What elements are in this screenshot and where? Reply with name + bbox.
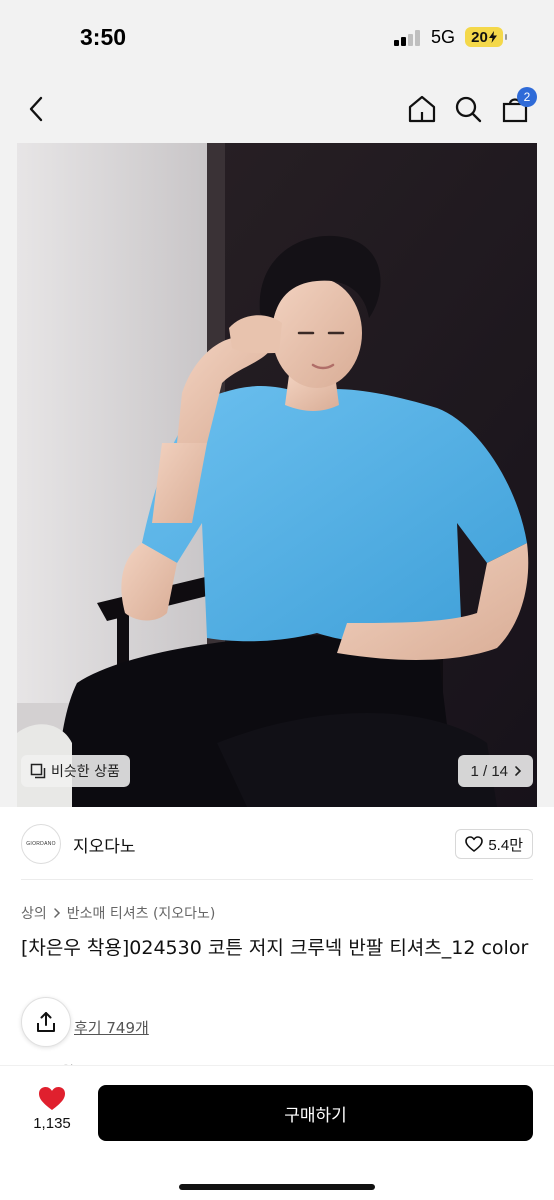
product-image-gallery[interactable]: 비슷한 상품 1 / 14: [17, 143, 537, 807]
home-icon: [408, 95, 436, 123]
brand-row: GIORDANO 지오다노 5.4만: [21, 821, 533, 867]
charging-bolt-icon: [488, 31, 497, 43]
status-bar: 3:50 5G 20: [0, 0, 554, 75]
cart-count-badge: 2: [517, 87, 537, 107]
heart-filled-icon: [39, 1087, 65, 1110]
share-button[interactable]: [21, 997, 71, 1047]
home-button[interactable]: [406, 93, 438, 125]
top-nav-bar: 2: [0, 75, 554, 143]
back-icon: [29, 96, 43, 122]
product-title: [차은우 착용]024530 코튼 저지 크루넥 반팔 티셔츠_12 color: [21, 937, 529, 959]
status-time: 3:50: [80, 24, 127, 50]
breadcrumb-chevron-icon: [54, 908, 60, 918]
cellular-signal-icon: [394, 30, 422, 46]
cart-button[interactable]: 2: [499, 87, 537, 125]
battery-icon: 20: [465, 27, 507, 47]
chevron-right-icon: [515, 766, 522, 776]
buy-button[interactable]: 구매하기: [98, 1085, 533, 1141]
breadcrumb: 상의 반소매 티셔츠 (지오다노): [21, 903, 215, 923]
bottom-action-bar: 1,135 구매하기: [0, 1065, 554, 1200]
brand-name[interactable]: 지오다노: [73, 832, 136, 857]
search-button[interactable]: [452, 93, 484, 125]
search-icon: [455, 96, 482, 123]
review-count-link[interactable]: 후기 749개: [74, 1017, 149, 1038]
wishlist-button[interactable]: 1,135: [28, 1086, 76, 1132]
wishlist-count: 1,135: [33, 1115, 71, 1132]
breadcrumb-subcategory[interactable]: 반소매 티셔츠 (지오다노): [67, 903, 216, 923]
battery-level: 20: [471, 28, 488, 46]
network-type: 5G: [431, 27, 456, 47]
divider: [21, 879, 533, 880]
back-button[interactable]: [21, 93, 53, 125]
home-indicator: [179, 1184, 375, 1190]
image-counter[interactable]: 1 / 14: [458, 755, 533, 787]
product-photo: [17, 143, 537, 807]
similar-products-label: 비슷한 상품: [51, 764, 120, 780]
brand-like-count: 5.4만: [488, 836, 523, 854]
brand-logo[interactable]: GIORDANO: [21, 824, 61, 864]
breadcrumb-category[interactable]: 상의: [21, 903, 47, 923]
heart-outline-icon: [465, 836, 484, 852]
similar-items-icon: [30, 763, 46, 779]
share-icon: [37, 1012, 55, 1032]
image-counter-text: 1 / 14: [470, 762, 508, 780]
brand-like-button[interactable]: 5.4만: [455, 829, 533, 859]
similar-products-button[interactable]: 비슷한 상품: [21, 755, 130, 787]
